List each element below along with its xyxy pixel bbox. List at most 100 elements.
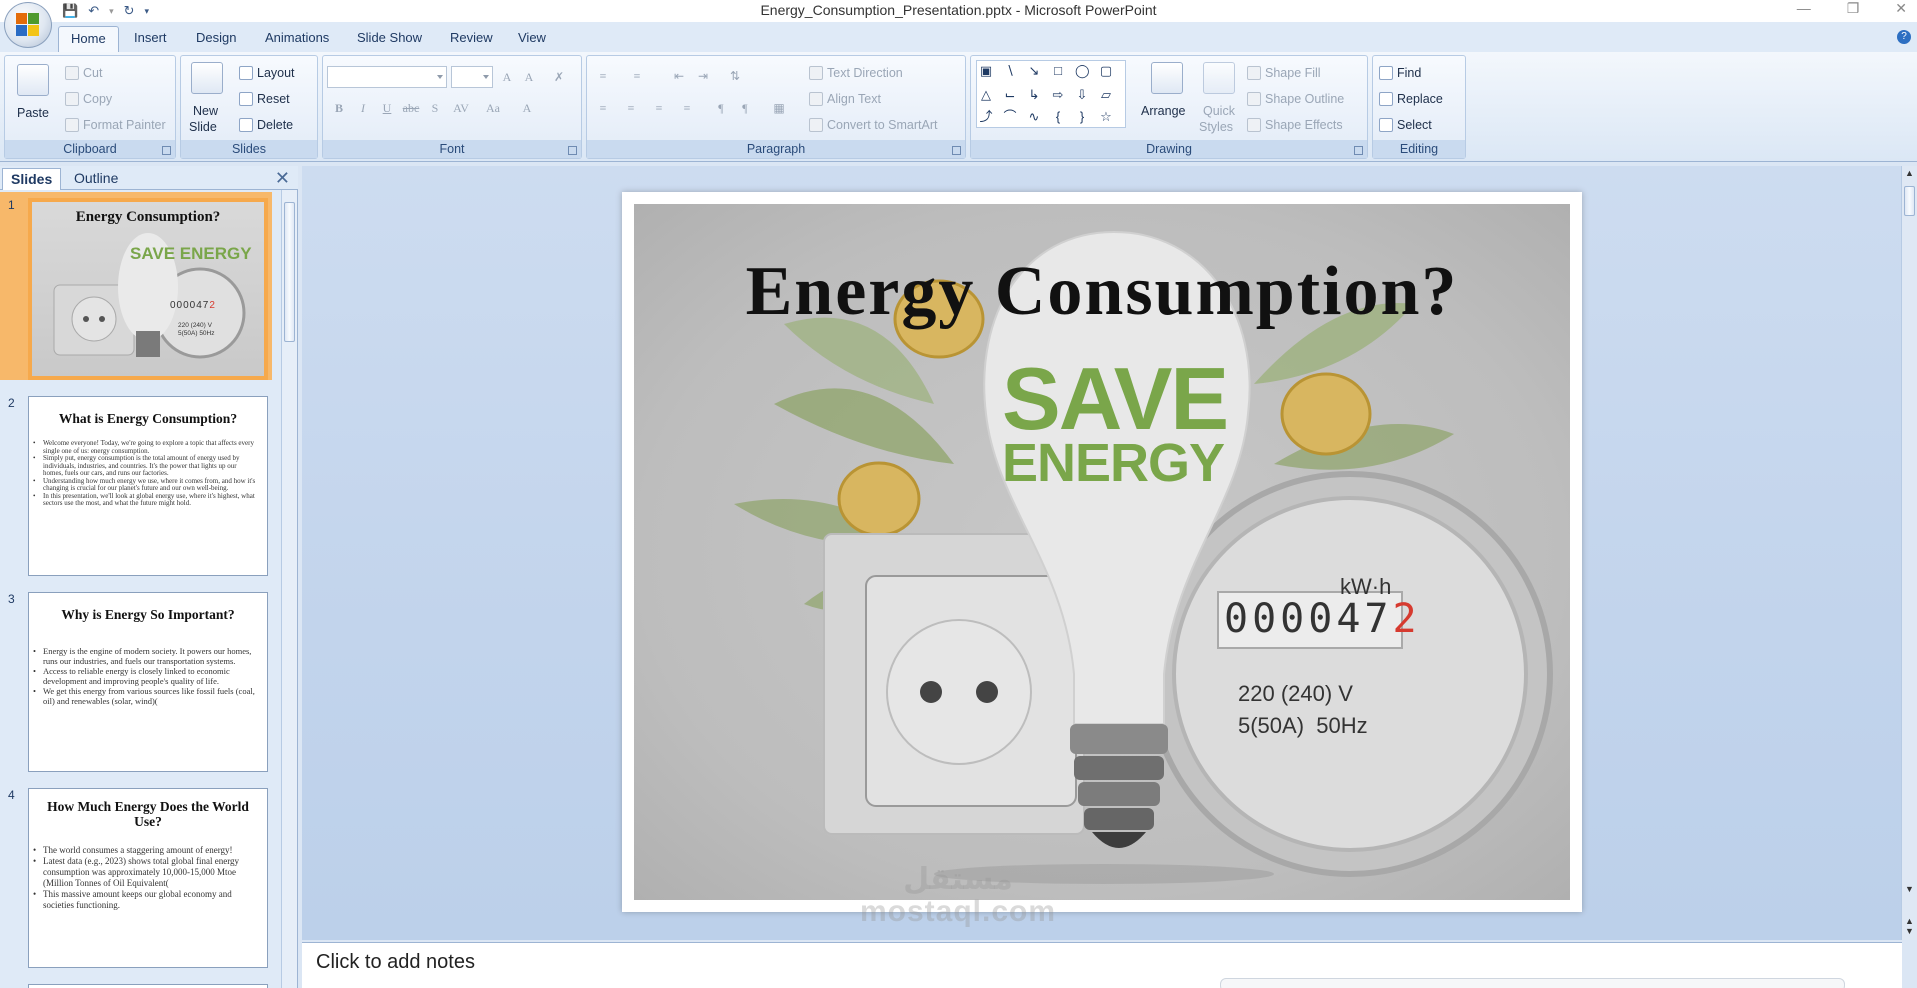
font-launcher-icon[interactable] [568,146,577,155]
panel-scrollbar[interactable] [281,190,297,988]
slide-title[interactable]: Energy Consumption? [634,252,1570,332]
rectangle-shape-icon[interactable]: □ [1051,64,1065,77]
numbering-icon[interactable]: ≡ [627,66,647,86]
shapes-gallery[interactable]: ▣ ∖ ↘ □ ◯ ▢ △ ⌙ ↳ ⇨ ⇩ ▱ ⤴ ⌒ ∿ { } ☆ [976,60,1126,128]
font-color-icon[interactable]: A [517,98,537,118]
scroll-down-icon[interactable]: ▼ [1905,884,1914,894]
shrink-font-icon[interactable]: A [519,67,539,87]
main-scroll-thumb[interactable] [1904,186,1915,216]
slide-thumb-3[interactable]: Why is Energy So Important? Energy is th… [28,592,268,772]
paste-button[interactable]: Paste [17,106,49,120]
close-panel-icon[interactable]: ✕ [275,168,290,189]
shadow-icon[interactable]: S [425,98,445,118]
triangle-shape-icon[interactable]: △ [979,88,993,101]
delete-button[interactable]: Delete [239,118,293,132]
tab-design[interactable]: Design [196,30,236,45]
columns-icon[interactable]: ▦ [769,98,789,118]
main-scrollbar[interactable]: ▲ ▼ ▲ ▼ [1901,166,1917,940]
tab-animations[interactable]: Animations [265,30,329,45]
decrease-indent-icon[interactable]: ⇤ [669,66,689,86]
slide-thumb-4[interactable]: How Much Energy Does the World Use? The … [28,788,268,968]
arrange-icon[interactable] [1151,62,1183,94]
arc-shape-icon[interactable]: ⌒ [1003,110,1017,123]
clear-formatting-icon[interactable]: ✗ [549,67,569,87]
tab-outline[interactable]: Outline [66,168,126,190]
shape-effects-button[interactable]: Shape Effects [1247,118,1343,132]
replace-button[interactable]: Replace [1379,92,1443,106]
justify-icon[interactable]: ≡ [677,98,697,118]
reset-button[interactable]: Reset [239,92,290,106]
shape-fill-button[interactable]: Shape Fill [1247,66,1321,80]
office-button[interactable] [4,2,52,48]
tab-insert[interactable]: Insert [134,30,167,45]
tab-review[interactable]: Review [450,30,493,45]
shape-outline-button[interactable]: Shape Outline [1247,92,1344,106]
format-painter-button[interactable]: Format Painter [65,118,166,132]
right-arrow-shape-icon[interactable]: ⇨ [1051,88,1065,101]
align-text-button[interactable]: Align Text [809,92,881,106]
copy-button[interactable]: Copy [65,92,112,106]
freeform-shape-icon[interactable]: ⤴ [979,110,993,123]
flowchart-shape-icon[interactable]: ▱ [1099,88,1113,101]
font-name-combo[interactable] [327,66,447,88]
down-arrow-shape-icon[interactable]: ⇩ [1075,88,1089,101]
quick-styles-button-line2[interactable]: Styles [1199,120,1233,134]
align-left-icon[interactable]: ≡ [593,98,613,118]
align-center-icon[interactable]: ≡ [621,98,641,118]
tab-view[interactable]: View [518,30,546,45]
rtl-icon[interactable]: ¶ [711,98,731,118]
find-button[interactable]: Find [1379,66,1421,80]
ltr-icon[interactable]: ¶ [735,98,755,118]
bold-icon[interactable]: B [329,98,349,118]
drawing-launcher-icon[interactable] [1354,146,1363,155]
grow-font-icon[interactable]: A [497,67,517,87]
italic-icon[interactable]: I [353,98,373,118]
text-direction-button[interactable]: Text Direction [809,66,903,80]
cut-button[interactable]: Cut [65,66,102,80]
quick-styles-button[interactable]: Quick [1203,104,1235,118]
new-slide-button-line2[interactable]: Slide [189,120,217,134]
quick-styles-icon[interactable] [1203,62,1235,94]
change-case-icon[interactable]: Aa [483,98,503,118]
convert-smartart-button[interactable]: Convert to SmartArt [809,118,937,132]
line-spacing-icon[interactable]: ⇅ [725,66,745,86]
notes-placeholder[interactable]: Click to add notes [316,951,475,974]
font-size-combo[interactable] [451,66,493,88]
new-slide-button[interactable]: New [193,104,218,118]
tab-home[interactable]: Home [58,26,119,52]
underline-icon[interactable]: U [377,98,397,118]
arrow-line-shape-icon[interactable]: ↘ [1027,64,1041,77]
current-slide[interactable]: Energy Consumption? SAVE ENERGY kW·h 000… [622,192,1582,912]
align-right-icon[interactable]: ≡ [649,98,669,118]
elbow-connector-shape-icon[interactable]: ⌙ [1003,88,1017,101]
scroll-up-icon[interactable]: ▲ [1905,168,1914,178]
minimize-icon[interactable]: — [1797,0,1811,17]
slide-thumb-2[interactable]: What is Energy Consumption? Welcome ever… [28,396,268,576]
select-button[interactable]: Select [1379,118,1432,132]
tab-slides[interactable]: Slides [2,168,62,190]
restore-icon[interactable]: ❐ [1847,0,1860,17]
slide-thumb-5[interactable] [28,984,268,988]
right-brace-shape-icon[interactable]: } [1075,110,1089,123]
left-brace-shape-icon[interactable]: { [1051,110,1065,123]
bullets-icon[interactable]: ≡ [593,66,613,86]
paste-icon[interactable] [17,64,49,96]
curve-shape-icon[interactable]: ∿ [1027,110,1041,123]
textbox-shape-icon[interactable]: ▣ [979,64,993,77]
rounded-rect-shape-icon[interactable]: ▢ [1099,64,1113,77]
close-icon[interactable]: ✕ [1895,0,1907,17]
tab-slide-show[interactable]: Slide Show [357,30,422,45]
help-icon[interactable]: ? [1897,30,1911,44]
elbow-arrow-shape-icon[interactable]: ↳ [1027,88,1041,101]
oval-shape-icon[interactable]: ◯ [1075,64,1090,77]
slide-thumb-1[interactable]: Energy Consumption? SAVE ENERGY 0000472 … [28,198,268,380]
clipboard-launcher-icon[interactable] [162,146,171,155]
arrange-button[interactable]: Arrange [1141,104,1185,118]
page-nav-icon[interactable]: ▲ ▼ [1905,916,1914,936]
layout-button[interactable]: Layout [239,66,295,80]
line-shape-icon[interactable]: ∖ [1003,64,1017,77]
character-spacing-icon[interactable]: AV [451,98,471,118]
strikethrough-icon[interactable]: abc [401,98,421,118]
star-shape-icon[interactable]: ☆ [1099,110,1113,123]
new-slide-icon[interactable] [191,62,223,94]
